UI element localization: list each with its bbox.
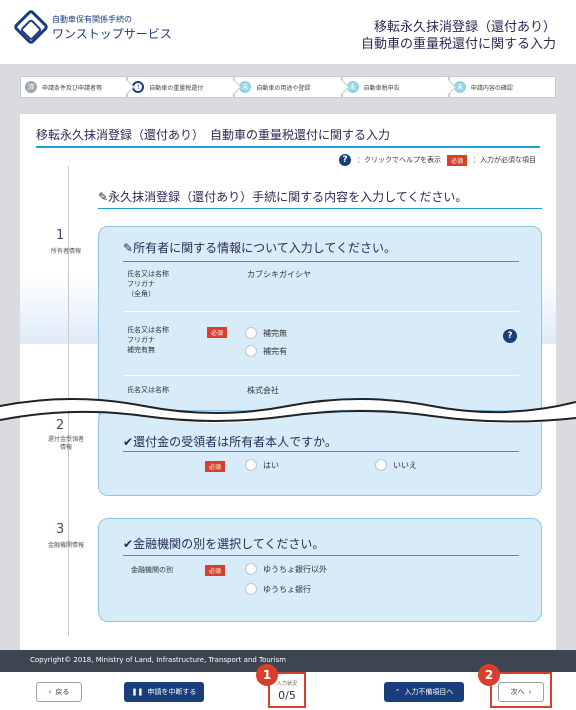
edit-icon: ✎ bbox=[98, 190, 109, 204]
card-title: ✎所有者に関する情報について入力してください。 bbox=[123, 241, 396, 255]
step-4: 未 自動車税申告 bbox=[341, 76, 457, 98]
callout-badge-1: 1 bbox=[256, 664, 278, 686]
next-button[interactable]: 次へ › bbox=[498, 682, 544, 702]
help-legend-text: ：クリックでヘルプを表示 bbox=[356, 156, 441, 164]
card-underline bbox=[123, 261, 519, 262]
logo-icon bbox=[12, 8, 50, 46]
step-label: 申請条件及び申請者等 bbox=[42, 84, 103, 92]
radio-circle bbox=[245, 345, 257, 357]
timeline-step-label: 還付金受領者情報 bbox=[47, 436, 84, 451]
radio-yucho[interactable]: ゆうちょ銀行 bbox=[245, 583, 311, 595]
header-title-line2: 自動車の重量税還付に関する入力 bbox=[360, 37, 556, 52]
section-heading: ✎永久抹消登録（還付あり）手続に関する内容を入力してください。 bbox=[98, 190, 468, 204]
incomplete-label: 入力不備項目へ bbox=[404, 688, 454, 696]
check-icon: ✔ bbox=[123, 435, 134, 449]
page-title: 移転永久抹消登録（還付あり） 自動車の重量税還付に関する入力 bbox=[36, 128, 391, 142]
radio-circle bbox=[245, 327, 257, 339]
back-label: 戻る bbox=[55, 688, 70, 696]
radio-circle bbox=[375, 459, 387, 471]
help-icon: ? bbox=[338, 154, 351, 166]
required-badge: 必須 bbox=[205, 461, 226, 472]
edit-icon: ✎ bbox=[123, 241, 134, 255]
required-legend-text: ：入力が必須な項目 bbox=[473, 156, 536, 164]
bank-type-card: ✔金融機関の別を選択してください。 金融機関の別 必須 ゆうちょ銀行以外 ゆうち… bbox=[98, 518, 542, 622]
field-label: 氏名又は名称 フリガナ 補完有無 bbox=[127, 326, 169, 354]
card-title: ✔金融機関の別を選択してください。 bbox=[123, 537, 325, 551]
card-underline bbox=[123, 451, 519, 452]
next-label: 次へ bbox=[510, 688, 525, 696]
double-chevron-up-icon: ⌃ bbox=[394, 688, 401, 696]
row-divider bbox=[123, 375, 519, 376]
step-done-icon: 済 bbox=[25, 81, 37, 93]
timeline-step-label: 所有者情報 bbox=[50, 248, 81, 255]
go-to-incomplete-button[interactable]: ⌃ 入力不備項目へ bbox=[384, 682, 464, 702]
step-label: 自動車の用途や登録 bbox=[256, 84, 311, 92]
suspend-button[interactable]: ❚❚ 申請を中断する bbox=[124, 682, 204, 702]
logo-subtitle: 自動車保有関係手続の bbox=[52, 15, 132, 24]
required-badge: 必須 bbox=[205, 565, 226, 576]
card-title: ✔還付金の受領者は所有者本人ですか。 bbox=[123, 435, 337, 449]
check-icon: ✔ bbox=[123, 537, 134, 551]
radio-no[interactable]: いいえ bbox=[375, 459, 417, 471]
help-icon[interactable]: ? bbox=[503, 329, 517, 343]
radio-with-supplement[interactable]: 補完有 bbox=[245, 345, 287, 357]
step-2: ! 自動車の重量税還付 bbox=[127, 76, 242, 98]
step-3: 未 自動車の用途や登録 bbox=[234, 76, 350, 98]
field-label: 金融機関の別 bbox=[131, 566, 173, 574]
required-badge: 必須 bbox=[207, 327, 228, 338]
chevron-left-icon: ‹ bbox=[48, 688, 52, 696]
radio-circle bbox=[245, 459, 257, 471]
step-5: 未 申請内容の確認 bbox=[448, 76, 557, 98]
radio-non-yucho[interactable]: ゆうちょ銀行以外 bbox=[245, 563, 327, 575]
legend-row: ? ：クリックでヘルプを表示 必須 ：入力が必須な項目 bbox=[338, 154, 536, 166]
chevron-right-icon: › bbox=[528, 688, 532, 696]
field-value: カブシキガイシヤ bbox=[247, 270, 311, 279]
main-panel: 移転永久抹消登録（還付あり） 自動車の重量税還付に関する入力 ? ：クリックでヘ… bbox=[20, 114, 556, 650]
step-label: 自動車の重量税還付 bbox=[149, 84, 204, 92]
radio-circle bbox=[245, 583, 257, 595]
field-label: 氏名又は名称 フリガナ （全角） bbox=[127, 270, 169, 298]
step-label: 申請内容の確認 bbox=[470, 84, 513, 92]
radio-no-supplement[interactable]: 補完無 bbox=[245, 327, 287, 339]
pause-icon: ❚❚ bbox=[131, 688, 144, 696]
timeline-step-label: 金融機関情報 bbox=[47, 542, 84, 549]
radio-yes[interactable]: はい bbox=[245, 459, 279, 471]
timeline-step-number: 1 bbox=[56, 228, 65, 243]
step-label: 自動車税申告 bbox=[363, 84, 400, 92]
required-badge: 必須 bbox=[446, 154, 467, 166]
back-button[interactable]: ‹ 戻る bbox=[36, 682, 82, 702]
card-underline bbox=[123, 555, 519, 556]
radio-circle bbox=[245, 563, 257, 575]
counter-value: 0/5 bbox=[278, 689, 296, 702]
section-underline bbox=[98, 208, 542, 209]
screenshot-break bbox=[0, 398, 576, 424]
callout-badge-2: 2 bbox=[478, 664, 500, 686]
title-underline bbox=[36, 146, 540, 148]
row-divider bbox=[123, 311, 519, 312]
logo-title: ワンストップサービス bbox=[52, 27, 172, 41]
app-header: 自動車保有関係手続の ワンストップサービス 移転永久抹消登録（還付あり） 自動車… bbox=[0, 0, 576, 64]
progress-steps: 済 申請条件及び申請者等 ! 自動車の重量税還付 未 自動車の用途や登録 未 自… bbox=[20, 76, 557, 98]
timeline-step-number: 3 bbox=[56, 522, 65, 537]
step-1: 済 申請条件及び申請者等 bbox=[20, 76, 135, 98]
suspend-label: 申請を中断する bbox=[147, 688, 197, 696]
